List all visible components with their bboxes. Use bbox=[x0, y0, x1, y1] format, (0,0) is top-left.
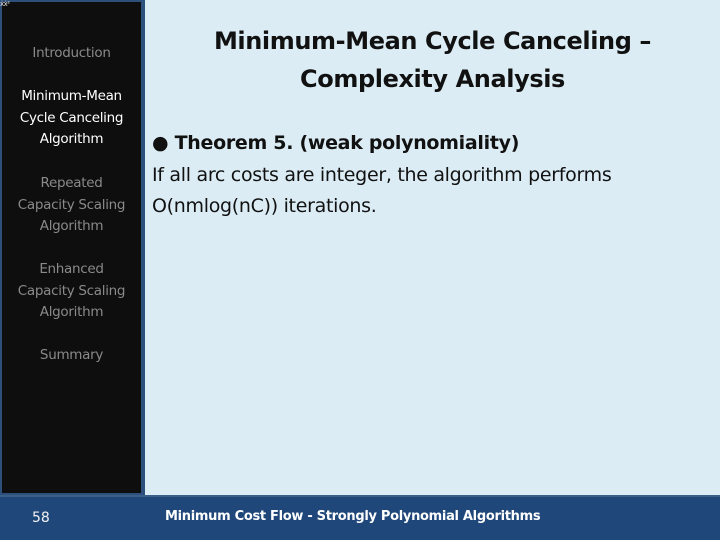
sidebar-item-enhanced-capacity-scaling[interactable]: Enhanced Capacity Scaling Algorithm bbox=[0, 259, 143, 324]
slide-title-line: Minimum-Mean Cycle Canceling – bbox=[213, 27, 652, 55]
theorem-body-line: If all arc costs are integer, the algori… bbox=[152, 163, 612, 186]
footer-title: Minimum Cost Flow - Strongly Polynomial … bbox=[165, 509, 541, 524]
theorem-bullet: ● Theorem 5. (weak polynomiality) bbox=[152, 128, 712, 160]
footer-bar: 58 Minimum Cost Flow - Strongly Polynomi… bbox=[0, 495, 720, 540]
sidebar-item-label: Capacity Scaling bbox=[17, 196, 126, 213]
sidebar-item-label: Repeated bbox=[40, 175, 103, 191]
bullet-icon: ● bbox=[152, 132, 169, 154]
sidebar-item-label: Summary bbox=[39, 347, 104, 363]
sidebar-item-summary[interactable]: Summary bbox=[0, 345, 143, 367]
corner-mark: ẋẋ² bbox=[0, 0, 10, 8]
sidebar-item-label: Introduction bbox=[32, 45, 111, 61]
sidebar-item-minimum-mean-cycle-canceling[interactable]: Minimum-Mean Cycle Canceling Algorithm bbox=[0, 86, 143, 151]
sidebar-item-label: Capacity Scaling bbox=[17, 282, 126, 299]
sidebar-item-introduction[interactable]: Introduction bbox=[0, 43, 143, 65]
theorem-body-line: O(nmlog(nC)) iterations. bbox=[152, 195, 377, 217]
slide-content: ● Theorem 5. (weak polynomiality) If all… bbox=[152, 128, 712, 223]
sidebar-item-label: Algorithm bbox=[39, 218, 104, 234]
sidebar-nav bbox=[2, 2, 141, 493]
sidebar-item-label: Enhanced bbox=[39, 261, 104, 277]
sidebar-item-label: Algorithm bbox=[39, 131, 104, 147]
sidebar-item-repeated-capacity-scaling[interactable]: Repeated Capacity Scaling Algorithm bbox=[0, 173, 143, 238]
sidebar-frame bbox=[0, 0, 145, 495]
sidebar-item-label: Cycle Canceling bbox=[19, 109, 124, 126]
slide-number: 58 bbox=[32, 510, 50, 526]
sidebar-item-label: Minimum-Mean bbox=[21, 88, 122, 104]
slide-title-line: Complexity Analysis bbox=[300, 65, 565, 93]
slide-title: Minimum-Mean Cycle Canceling – Complexit… bbox=[150, 22, 715, 98]
theorem-heading: Theorem 5. (weak polynomiality) bbox=[174, 132, 520, 154]
sidebar-item-label: Algorithm bbox=[39, 304, 104, 320]
